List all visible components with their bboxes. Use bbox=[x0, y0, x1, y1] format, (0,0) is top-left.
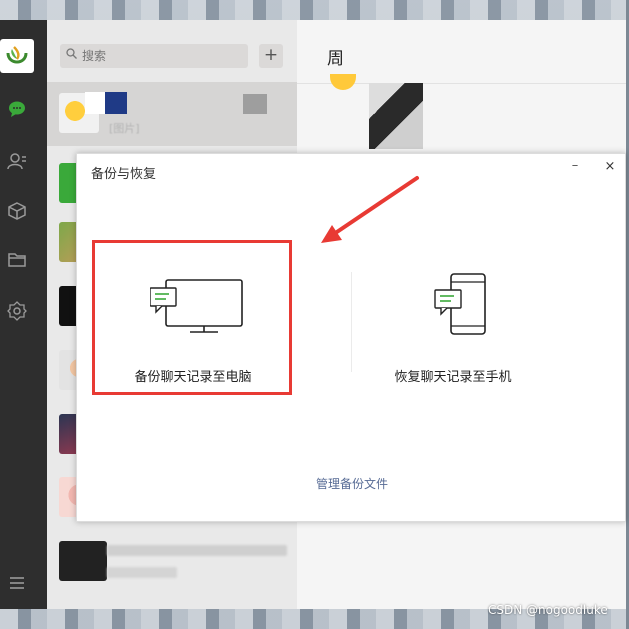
search-box[interactable] bbox=[60, 44, 248, 68]
chat-preview-blur bbox=[107, 567, 177, 578]
chat-preview: [图片] bbox=[109, 122, 140, 135]
monitor-icon bbox=[150, 279, 243, 333]
avatar[interactable] bbox=[0, 39, 34, 73]
nav-sidebar bbox=[0, 20, 47, 609]
restore-to-phone-label: 恢复聊天记录至手机 bbox=[394, 370, 512, 385]
watermark: CSDN @nogoodluke bbox=[488, 603, 608, 617]
close-button[interactable]: × bbox=[601, 158, 619, 176]
dialog-title: 备份与恢复 bbox=[91, 167, 157, 182]
chat-message-avatar bbox=[330, 74, 356, 90]
backup-to-pc-label: 备份聊天记录至电脑 bbox=[134, 370, 252, 385]
menu-icon[interactable] bbox=[7, 573, 27, 593]
search-input[interactable] bbox=[82, 46, 242, 66]
chat-avatar bbox=[59, 541, 107, 581]
add-icon: + bbox=[263, 45, 279, 65]
manage-backup-files-link[interactable]: 管理备份文件 bbox=[77, 475, 627, 492]
settings-icon[interactable] bbox=[7, 301, 27, 321]
backup-to-pc-option[interactable]: 备份聊天记录至电脑 bbox=[93, 254, 293, 404]
chat-name-blur bbox=[107, 545, 287, 556]
option-divider bbox=[351, 272, 352, 372]
phone-icon bbox=[434, 273, 486, 335]
chat-icon[interactable] bbox=[7, 99, 27, 119]
chat-avatar-blur bbox=[105, 92, 127, 114]
chat-image-message[interactable] bbox=[369, 83, 423, 149]
contacts-icon[interactable] bbox=[7, 151, 27, 171]
minimize-button[interactable]: – bbox=[566, 158, 584, 176]
add-button[interactable]: + bbox=[259, 44, 283, 68]
chat-list-item[interactable]: [图片] bbox=[47, 82, 297, 146]
folder-icon[interactable] bbox=[7, 250, 27, 270]
desktop-mountain-top bbox=[0, 0, 629, 20]
restore-to-phone-option[interactable]: 恢复聊天记录至手机 bbox=[353, 254, 553, 404]
chat-title: 周 bbox=[327, 49, 344, 69]
cube-icon[interactable] bbox=[7, 201, 27, 221]
chat-badge-blur bbox=[243, 94, 267, 114]
chat-list-item[interactable] bbox=[47, 539, 297, 603]
search-icon bbox=[66, 48, 77, 62]
backup-restore-dialog: 备份与恢复 – × 备份聊天记录至电脑 恢复聊天记录至手机 管理备份文件 bbox=[76, 153, 626, 522]
